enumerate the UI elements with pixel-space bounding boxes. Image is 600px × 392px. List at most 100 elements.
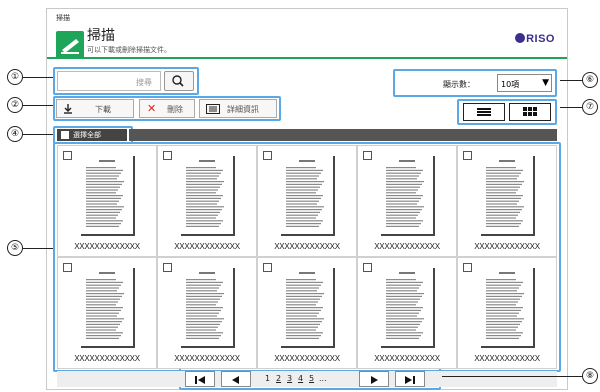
document-thumbnail <box>81 156 135 236</box>
document-text-line <box>286 335 321 337</box>
display-count-select[interactable]: 10項 ▼ <box>497 74 552 92</box>
details-label: 詳細資訊 <box>227 105 259 114</box>
document-text-line <box>386 298 420 300</box>
document-text-line <box>386 318 424 320</box>
search-input[interactable]: 搜尋 <box>57 71 161 91</box>
document-text-line <box>386 197 421 199</box>
document-text-line <box>186 309 221 311</box>
document-text-line <box>86 335 121 337</box>
document-text-line <box>386 181 424 183</box>
select-all-box <box>61 131 69 139</box>
document-text-line <box>386 223 421 225</box>
document-heading-line <box>99 272 115 274</box>
document-text-line <box>286 323 320 325</box>
prev-page-button[interactable] <box>221 371 251 387</box>
document-text-line <box>86 206 124 208</box>
document-text-line <box>386 295 422 297</box>
file-checkbox[interactable] <box>263 151 272 160</box>
document-text-line <box>86 203 117 205</box>
document-text-line <box>386 169 423 171</box>
document-text-line <box>386 287 419 289</box>
delete-button[interactable]: ✕ 刪除 <box>139 99 195 118</box>
document-text-line <box>186 214 218 216</box>
file-card[interactable]: XXXXXXXXXXXXX <box>57 257 157 369</box>
file-checkbox[interactable] <box>363 263 372 272</box>
file-checkbox[interactable] <box>363 151 372 160</box>
select-all-checkbox[interactable]: 選擇全部 <box>57 129 129 141</box>
file-card[interactable]: XXXXXXXXXXXXX <box>357 145 457 257</box>
display-count-label: 顯示數： <box>443 80 475 89</box>
next-page-button[interactable] <box>359 371 389 387</box>
document-text-line <box>286 281 323 283</box>
file-checkbox[interactable] <box>163 151 172 160</box>
document-text-line <box>486 200 519 202</box>
document-text-line <box>386 293 424 295</box>
document-text-line <box>86 298 120 300</box>
file-checkbox[interactable] <box>463 263 472 272</box>
file-card[interactable]: XXXXXXXXXXXXX <box>457 257 557 369</box>
document-text-line <box>186 293 224 295</box>
document-text-line <box>486 186 520 188</box>
page-number-link[interactable]: 3 <box>287 374 292 383</box>
document-text-line <box>486 225 519 227</box>
file-checkbox[interactable] <box>163 263 172 272</box>
search-button[interactable] <box>164 71 194 91</box>
details-button[interactable]: 詳細資訊 <box>199 99 277 118</box>
page-number-link[interactable]: 2 <box>276 374 281 383</box>
document-text-line <box>286 209 322 211</box>
document-text-line <box>86 214 118 216</box>
document-text-line <box>486 332 523 334</box>
file-card[interactable]: XXXXXXXXXXXXX <box>57 145 157 257</box>
page-number-link[interactable]: 5 <box>309 374 314 383</box>
document-text-line <box>286 284 321 286</box>
file-card[interactable]: XXXXXXXXXXXXX <box>357 257 457 369</box>
document-text-line <box>486 178 517 180</box>
document-text-line <box>486 307 523 309</box>
document-thumbnail <box>481 268 535 348</box>
document-text-line <box>86 211 120 213</box>
file-card[interactable]: XXXXXXXXXXXXX <box>257 257 357 369</box>
first-page-button[interactable] <box>185 371 215 387</box>
thumbnail-view-button[interactable] <box>509 103 551 121</box>
document-text-line <box>386 304 416 306</box>
document-text-line <box>386 309 421 311</box>
file-checkbox[interactable] <box>463 151 472 160</box>
file-card[interactable]: XXXXXXXXXXXXX <box>157 145 257 257</box>
document-text-line <box>486 175 519 177</box>
file-name: XXXXXXXXXXXXX <box>174 242 240 251</box>
document-text-line <box>386 301 418 303</box>
file-card[interactable]: XXXXXXXXXXXXX <box>157 257 257 369</box>
last-page-button[interactable] <box>395 371 425 387</box>
document-text-line <box>386 192 416 194</box>
callout-5: ⑤ <box>7 240 23 256</box>
display-count-value: 10項 <box>501 80 520 89</box>
file-checkbox[interactable] <box>63 151 72 160</box>
document-text-line <box>386 195 423 197</box>
page-number-link[interactable]: 4 <box>298 374 303 383</box>
page-subtitle: 可以下載或刪除掃描文件。 <box>87 46 171 54</box>
document-text-line <box>386 290 417 292</box>
search-icon <box>172 75 184 87</box>
document-text-line <box>286 197 321 199</box>
document-text-line <box>486 189 518 191</box>
document-heading-line <box>99 160 115 162</box>
list-view-button[interactable] <box>463 103 505 121</box>
document-text-line <box>286 290 317 292</box>
file-checkbox[interactable] <box>63 263 72 272</box>
document-thumbnail <box>81 268 135 348</box>
pagination-bar <box>57 371 557 387</box>
callout-leader <box>23 134 53 135</box>
file-card[interactable]: XXXXXXXXXXXXX <box>257 145 357 257</box>
file-card[interactable]: XXXXXXXXXXXXX <box>457 145 557 257</box>
document-text-line <box>286 172 321 174</box>
file-name: XXXXXXXXXXXXX <box>174 354 240 363</box>
download-button[interactable]: 下載 <box>56 99 134 118</box>
page-number-current: 1 <box>265 374 271 383</box>
document-text-line <box>186 304 216 306</box>
document-text-line <box>386 225 419 227</box>
callout-leader <box>23 105 53 106</box>
document-text-line <box>186 178 217 180</box>
document-text-line <box>386 178 417 180</box>
document-text-line <box>386 337 419 339</box>
file-checkbox[interactable] <box>263 263 272 272</box>
